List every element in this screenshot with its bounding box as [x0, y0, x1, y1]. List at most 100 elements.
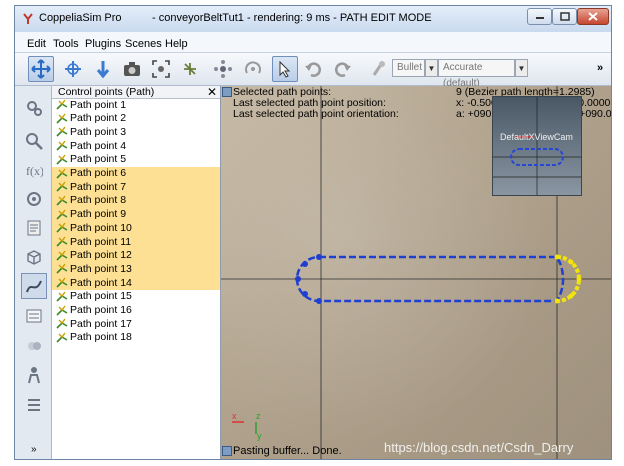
rotate-view-button[interactable]: [60, 56, 86, 82]
tree-row-label: Path point 15: [70, 290, 132, 303]
robot-icon: [28, 367, 40, 384]
menu-help[interactable]: Help: [165, 38, 188, 50]
path-point-icon: [56, 113, 68, 124]
axis-gizmo-icon: [232, 421, 257, 434]
menu-edit[interactable]: Edit: [27, 38, 46, 50]
tree-row-label: Path point 16: [70, 304, 132, 316]
cube-icon: [27, 250, 41, 265]
undo-button[interactable]: [300, 56, 326, 82]
expand-strip-icon[interactable]: »: [31, 444, 37, 455]
close-icon: [588, 12, 598, 21]
path-point-icon: [56, 236, 68, 247]
tree-row-label: Path point 4: [70, 139, 127, 152]
chevron-down-icon: ▼: [517, 63, 526, 73]
layers-icon: [28, 342, 41, 350]
path-point-marker[interactable]: [316, 298, 322, 304]
maximize-button[interactable]: [552, 8, 577, 25]
tree-row-label: Path point 14: [70, 276, 132, 289]
toolbar-overflow-button[interactable]: »: [597, 62, 603, 74]
window-title-app: CoppeliaSim Pro: [39, 12, 122, 24]
selection-button[interactable]: [21, 303, 47, 329]
thumbnail-label: DefaultXViewCam: [500, 132, 573, 142]
path-point-icon: [56, 209, 68, 220]
page-button[interactable]: [21, 215, 47, 241]
pointer-icon: [279, 60, 291, 78]
camera-icon: [124, 62, 140, 76]
zoom-view-button[interactable]: [90, 56, 116, 82]
dragonfly-icon: [184, 63, 196, 75]
tree-row-label: Path point 8: [70, 194, 127, 207]
tree-row-label: Path point 5: [70, 153, 127, 166]
selection-list-icon: [26, 309, 42, 323]
path-point-marker[interactable]: [568, 293, 574, 299]
path-edit-button[interactable]: [21, 273, 47, 299]
minimize-button[interactable]: [527, 8, 552, 25]
camera-thumbnail[interactable]: [492, 96, 582, 196]
tree-row-label: Path point 13: [70, 262, 132, 275]
dynamics-toggle-button[interactable]: [365, 56, 391, 82]
status-expand-button[interactable]: [222, 446, 232, 456]
search-button[interactable]: [21, 128, 47, 154]
accuracy-dropdown[interactable]: ▼: [515, 59, 528, 77]
object-rotate-button[interactable]: [240, 56, 266, 82]
assembly-button[interactable]: [177, 56, 203, 82]
path-point-icon: [56, 140, 68, 151]
path-point-icon: [56, 99, 68, 110]
pan-tool-button[interactable]: [28, 56, 54, 82]
path-point-icon: [56, 318, 68, 329]
list-icon: [28, 399, 40, 411]
path-point-marker[interactable]: [568, 259, 574, 265]
close-window-button[interactable]: [577, 8, 609, 25]
path-point-marker[interactable]: [302, 261, 308, 267]
physics-engine-dropdown[interactable]: ▼: [425, 59, 438, 77]
tree-header-title: Control points (Path): [58, 86, 155, 98]
dynamics-icon: [372, 61, 385, 76]
path-point-marker[interactable]: [316, 254, 322, 260]
path-point-marker[interactable]: [554, 298, 560, 304]
app-logo-icon: [23, 13, 33, 24]
menu-plugins[interactable]: Plugins: [85, 38, 121, 50]
rotate-arrows-icon: [65, 61, 81, 77]
document-icon: [27, 220, 41, 236]
close-icon[interactable]: ✕: [207, 85, 217, 99]
path-point-icon: [56, 168, 68, 179]
menu-tools[interactable]: Tools: [53, 38, 79, 50]
model-browser-button[interactable]: [21, 186, 47, 212]
list-view-button[interactable]: [21, 392, 47, 418]
gears-icon: [27, 101, 42, 116]
path-point-icon: [56, 222, 68, 233]
fit-view-button[interactable]: [148, 56, 174, 82]
tree-row-label: Path point 9: [70, 208, 127, 221]
accuracy-select[interactable]: Accurate (default): [438, 59, 515, 89]
window-title-document: - conveyorBeltTut1 - rendering: 9 ms - P…: [152, 12, 432, 24]
move-arrows-icon: [31, 59, 51, 79]
path-point-marker[interactable]: [295, 276, 301, 282]
layers-button[interactable]: [21, 333, 47, 359]
chevron-down-icon: ▼: [427, 63, 436, 73]
path-point-marker[interactable]: [302, 291, 308, 297]
path-point-marker[interactable]: [576, 276, 582, 282]
tree-row-label: Path point 6: [70, 167, 127, 179]
path-edit-icon: [26, 280, 42, 293]
path-point-icon: [56, 154, 68, 165]
scene-settings-button[interactable]: [21, 95, 47, 121]
undo-icon: [305, 62, 321, 77]
path-point-icon: [56, 277, 68, 288]
status-message: Pasting buffer... Done.: [233, 445, 342, 457]
camera-button[interactable]: [119, 56, 145, 82]
select-pointer-button[interactable]: [272, 56, 298, 82]
tree-row-label: Path point 3: [70, 125, 127, 138]
rotate-object-icon: [245, 61, 261, 74]
redo-button[interactable]: [330, 56, 356, 82]
info-collapse-button[interactable]: [222, 87, 232, 97]
svg-text:f(x): f(x): [26, 164, 43, 178]
minimize-icon: [535, 16, 544, 19]
object-shift-button[interactable]: [210, 56, 236, 82]
path-point-marker[interactable]: [554, 254, 560, 260]
shape-edit-button[interactable]: [21, 244, 47, 270]
script-button[interactable]: f(x): [21, 157, 47, 183]
user-settings-button[interactable]: [21, 362, 47, 388]
physics-engine-select[interactable]: Bullet: [392, 59, 425, 77]
menu-scenes[interactable]: Scenes: [125, 38, 162, 50]
path-point-icon: [56, 291, 68, 302]
